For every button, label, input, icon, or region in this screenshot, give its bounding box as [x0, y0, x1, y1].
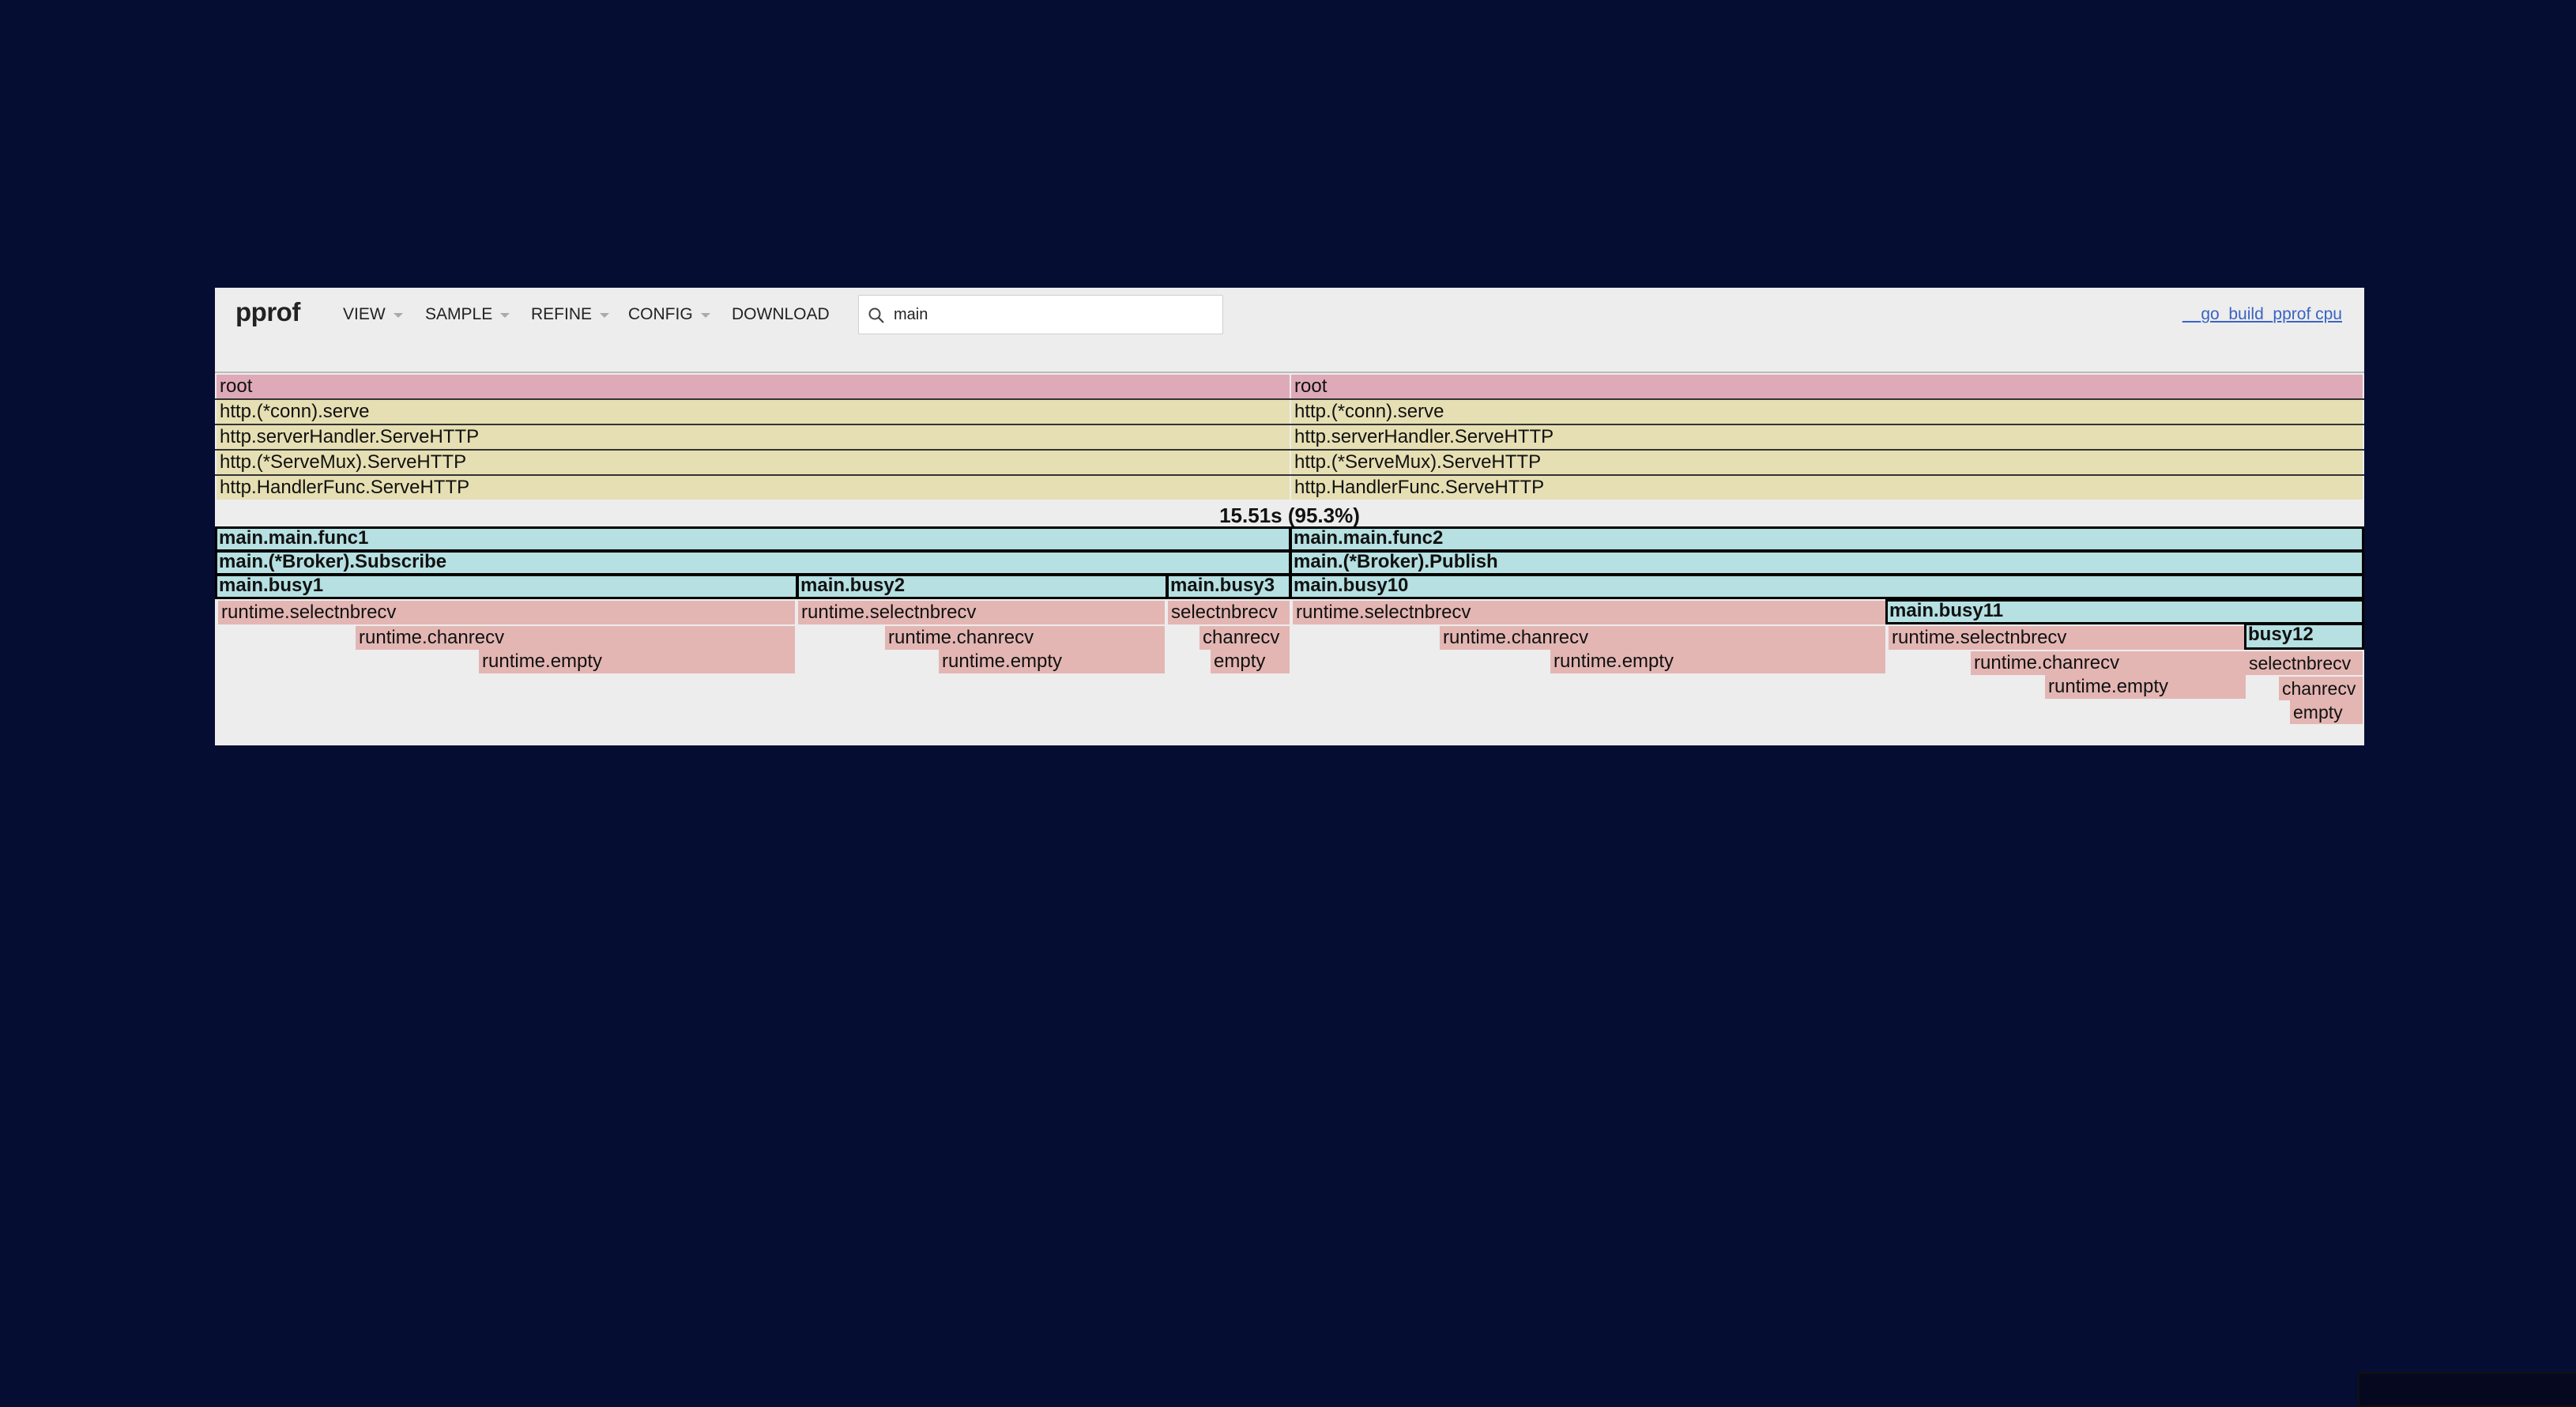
frame-main-busy3[interactable]: main.busy3 [1166, 574, 1291, 599]
frame-busy11-chanrecv[interactable]: runtime.chanrecv [1971, 651, 2246, 675]
frame-busy12-empty[interactable]: empty [2290, 700, 2363, 724]
frame-busy12[interactable]: busy12 [2244, 623, 2364, 650]
frame-busy11-empty[interactable]: runtime.empty [2045, 675, 2246, 699]
frame-conn-serve-left[interactable]: http.(*conn).serve [217, 400, 1290, 424]
window-corner [2358, 1372, 2576, 1407]
frame-busy1-empty[interactable]: runtime.empty [479, 650, 795, 673]
frame-busy3-empty[interactable]: empty [1211, 650, 1290, 673]
frame-main-busy10[interactable]: main.busy10 [1290, 574, 2364, 599]
frame-busy1-selectnbrecv[interactable]: runtime.selectnbrecv [218, 601, 795, 624]
frame-busy12-chanrecv[interactable]: chanrecv [2279, 677, 2363, 700]
frame-broker-publish[interactable]: main.(*Broker).Publish [1290, 550, 2364, 575]
row-separator [215, 449, 2364, 451]
frame-server-handler-right[interactable]: http.serverHandler.ServeHTTP [1291, 425, 2363, 449]
frame-busy3-selectnbrecv[interactable]: selectnbrecv [1168, 601, 1290, 624]
frame-busy10-chanrecv[interactable]: runtime.chanrecv [1440, 626, 1885, 650]
frame-busy3-chanrecv[interactable]: chanrecv [1199, 626, 1290, 650]
row-separator [215, 398, 2364, 400]
total-time-label: 15.51s (95.3%) [1219, 504, 1360, 527]
frame-root-left[interactable]: root [217, 375, 1290, 398]
frame-busy10-selectnbrecv[interactable]: runtime.selectnbrecv [1293, 601, 1885, 624]
frame-conn-serve-right[interactable]: http.(*conn).serve [1291, 400, 2363, 424]
frame-busy2-empty[interactable]: runtime.empty [939, 650, 1165, 673]
row-separator [215, 424, 2364, 425]
frame-busy2-selectnbrecv[interactable]: runtime.selectnbrecv [798, 601, 1165, 624]
frame-main-busy2[interactable]: main.busy2 [797, 574, 1168, 599]
frame-main-func1[interactable]: main.main.func1 [215, 526, 1291, 552]
frame-main-func2[interactable]: main.main.func2 [1290, 526, 2364, 552]
divider [215, 372, 2364, 373]
row-separator [215, 474, 2364, 476]
frame-main-busy1[interactable]: main.busy1 [215, 574, 798, 599]
frame-servemux-left[interactable]: http.(*ServeMux).ServeHTTP [217, 451, 1290, 474]
flame-graph: root http.(*conn).serve http.serverHandl… [215, 288, 2364, 745]
frame-busy1-chanrecv[interactable]: runtime.chanrecv [356, 626, 795, 650]
frame-main-busy11[interactable]: main.busy11 [1885, 599, 2364, 624]
frame-broker-subscribe[interactable]: main.(*Broker).Subscribe [215, 550, 1291, 575]
frame-servemux-right[interactable]: http.(*ServeMux).ServeHTTP [1291, 451, 2363, 474]
frame-busy11-selectnbrecv[interactable]: runtime.selectnbrecv [1889, 626, 2246, 650]
pprof-window: pprof VIEW SAMPLE REFINE CONFIG DOWNLOAD [215, 288, 2364, 745]
frame-root-right[interactable]: root [1291, 375, 2363, 398]
frame-server-handler-left[interactable]: http.serverHandler.ServeHTTP [217, 425, 1290, 449]
frame-busy12-selectnbrecv[interactable]: selectnbrecv [2246, 651, 2363, 675]
frame-busy2-chanrecv[interactable]: runtime.chanrecv [885, 626, 1165, 650]
frame-busy10-empty[interactable]: runtime.empty [1550, 650, 1885, 673]
frame-handlerfunc-right[interactable]: http.HandlerFunc.ServeHTTP [1291, 476, 2363, 500]
frame-handlerfunc-left[interactable]: http.HandlerFunc.ServeHTTP [217, 476, 1290, 500]
